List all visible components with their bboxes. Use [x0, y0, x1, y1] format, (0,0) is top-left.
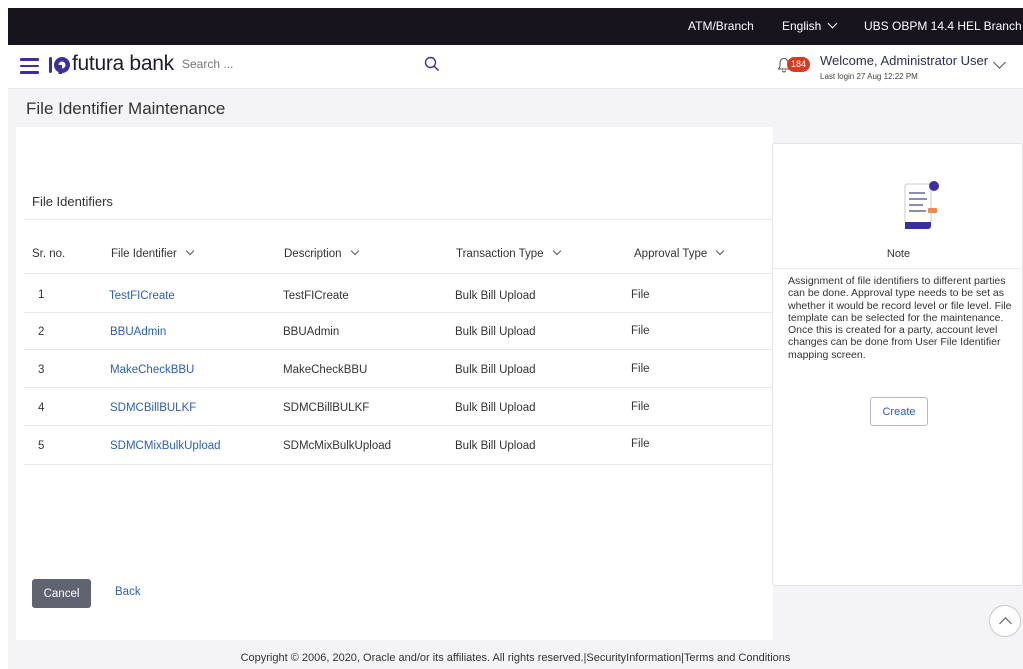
row-3-sr: 3: [38, 364, 45, 376]
top-bar: ATM/Branch English UBS OBPM 14.4 HEL Bra…: [8, 8, 1023, 45]
note-panel: Note Assignment of file identifiers to d…: [772, 143, 1023, 586]
note-document-icon: [904, 181, 939, 229]
back-link[interactable]: Back: [115, 586, 141, 598]
row-2-file-identifier-link[interactable]: BBUAdmin: [110, 326, 166, 338]
chevron-down-icon[interactable]: [993, 56, 1006, 69]
branch-selector[interactable]: UBS OBPM 14.4 HEL Branch: [864, 19, 1023, 33]
brand-name: futura bank: [72, 52, 174, 75]
branch-label: UBS OBPM 14.4 HEL Branch: [864, 19, 1022, 33]
chevron-down-icon: [350, 246, 359, 256]
create-button[interactable]: Create: [870, 397, 928, 426]
row-1-description: TestFICreate: [283, 290, 349, 302]
table-row-divider: [24, 312, 773, 313]
row-4-file-identifier-link[interactable]: SDMCBillBULKF: [110, 402, 196, 414]
chevron-down-icon: [716, 246, 725, 256]
last-login-text: Last login 27 Aug 12:22 PM: [820, 72, 918, 81]
atm-branch-link[interactable]: ATM/Branch: [688, 19, 754, 33]
row-4-sr: 4: [38, 402, 45, 414]
row-5-transaction-type: Bulk Bill Upload: [455, 440, 536, 452]
column-header-file-identifier[interactable]: File Identifier: [111, 246, 195, 260]
row-4-approval-type: File: [631, 401, 650, 413]
row-1-sr: 1: [38, 289, 45, 301]
row-5-sr: 5: [38, 440, 45, 452]
section-title: File Identifiers: [32, 194, 113, 209]
file-identifiers-card: File Identifiers Sr. no. File Identifier…: [16, 127, 773, 640]
row-2-description: BBUAdmin: [283, 326, 340, 338]
table-row-divider: [24, 425, 773, 426]
chevron-down-icon: [552, 246, 561, 256]
row-5-description: SDMcMixBulkUpload: [283, 440, 392, 452]
row-2-sr: 2: [38, 326, 45, 338]
futura-logo-icon: [49, 57, 70, 74]
note-title: Note: [886, 248, 911, 260]
column-header-description[interactable]: Description: [284, 246, 359, 260]
row-2-transaction-type: Bulk Bill Upload: [455, 326, 536, 338]
column-header-sr-no: Sr. no.: [32, 248, 66, 260]
row-1-file-identifier-link[interactable]: TestFICreate: [109, 290, 175, 302]
table-row-divider: [24, 387, 773, 388]
hamburger-menu-icon[interactable]: [20, 58, 39, 74]
table-row-divider: [24, 349, 773, 350]
scroll-top-icon[interactable]: [989, 605, 1021, 637]
app-header: futura bank 184 Welcome, Administrator U…: [8, 45, 1023, 89]
table-row-divider: [24, 464, 773, 465]
chevron-down-icon: [827, 18, 838, 29]
language-selector[interactable]: English: [782, 18, 838, 33]
search-input[interactable]: [182, 57, 412, 71]
language-label: English: [782, 19, 822, 33]
divider: [24, 219, 773, 220]
row-3-file-identifier-link[interactable]: MakeCheckBBU: [110, 364, 194, 376]
welcome-text[interactable]: Welcome, Administrator User: [820, 53, 988, 68]
cancel-button[interactable]: Cancel: [32, 579, 91, 608]
search-icon[interactable]: [424, 56, 440, 72]
chevron-down-icon: [185, 246, 195, 256]
divider: [24, 273, 773, 274]
row-3-approval-type: File: [631, 363, 650, 375]
row-1-approval-type: File: [631, 289, 650, 301]
footer: Copyright © 2006, 2020, Oracle and/or it…: [8, 640, 1023, 669]
note-text: Assignment of file identifiers to differ…: [788, 275, 1012, 361]
page-title: File Identifier Maintenance: [26, 99, 226, 118]
row-5-approval-type: File: [631, 438, 650, 450]
column-header-approval-type[interactable]: Approval Type: [634, 246, 725, 260]
row-4-transaction-type: Bulk Bill Upload: [455, 402, 536, 414]
column-header-transaction-type[interactable]: Transaction Type: [456, 246, 561, 260]
page-content: File Identifier Maintenance File Identif…: [8, 89, 1023, 640]
row-3-description: MakeCheckBBU: [283, 364, 368, 376]
row-1-transaction-type: Bulk Bill Upload: [455, 290, 536, 302]
row-3-transaction-type: Bulk Bill Upload: [455, 364, 536, 376]
row-5-file-identifier-link[interactable]: SDMCMixBulkUpload: [110, 440, 221, 452]
notification-badge[interactable]: 184: [787, 57, 811, 72]
row-2-approval-type: File: [631, 325, 650, 337]
divider: [773, 268, 1023, 269]
row-4-description: SDMCBillBULKF: [283, 402, 370, 414]
